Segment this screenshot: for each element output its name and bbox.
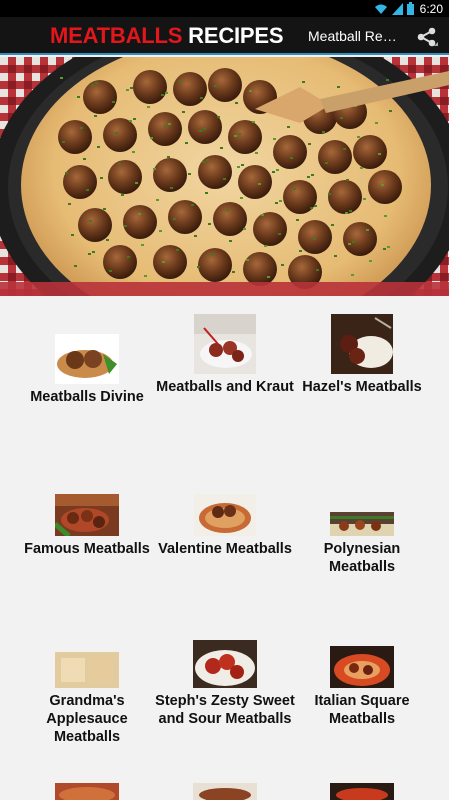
recipe-item-hazels-meatballs[interactable]: Hazel's Meatballs: [287, 314, 437, 396]
recipe-thumbnail: [331, 314, 393, 374]
recipe-item-meatballs-divine[interactable]: Meatballs Divine: [12, 324, 162, 406]
status-time: 6:20: [419, 1, 443, 16]
recipe-item-stephs-zesty-sweet-and-sour-meatballs[interactable]: Steph's Zesty Sweet and Sour Meatballs: [150, 628, 300, 728]
recipe-thumbnail: [330, 512, 394, 536]
app-title-meatballs: MEATBALLS: [50, 23, 183, 48]
recipe-label: Steph's Zesty Sweet and Sour Meatballs: [155, 693, 295, 727]
recipe-thumbnail: [55, 652, 119, 688]
recipe-label: Meatballs Divine: [30, 389, 144, 405]
recipe-item[interactable]: [12, 783, 162, 800]
share-button[interactable]: [412, 23, 442, 51]
app-title-recipes: RECIPES: [188, 23, 284, 48]
status-icons: 6:20: [374, 0, 443, 17]
recipe-label: Famous Meatballs: [24, 541, 150, 557]
action-bar: MEATBALLS RECIPES Meatball Recipes: [0, 17, 449, 55]
recipe-label: Valentine Meatballs: [158, 541, 292, 557]
hero-meatballs-illustration: [0, 57, 449, 296]
recipe-thumbnail: [194, 314, 256, 374]
recipe-label: Italian Square Meatballs: [314, 693, 410, 727]
app-title: MEATBALLS RECIPES: [50, 23, 284, 49]
recipe-label: Grandma's Applesauce Meatballs: [46, 693, 128, 745]
recipe-item-valentine-meatballs[interactable]: Valentine Meatballs: [150, 476, 300, 558]
share-icon: [417, 27, 438, 47]
recipe-thumbnail: [194, 494, 256, 536]
signal-icon: [391, 2, 403, 15]
recipe-thumbnail: [193, 640, 257, 688]
app-subtitle: Meatball Recipes: [308, 28, 403, 44]
recipe-item-italian-square-meatballs[interactable]: Italian Square Meatballs: [287, 628, 437, 728]
recipe-item-grandmas-applesauce-meatballs[interactable]: Grandma's Applesauce Meatballs: [12, 628, 162, 746]
wifi-icon: [374, 4, 387, 14]
battery-icon: [406, 2, 414, 15]
recipe-thumbnail: [55, 783, 119, 800]
recipe-label: Hazel's Meatballs: [302, 379, 422, 395]
recipe-thumbnail: [330, 783, 394, 800]
hero-image: [0, 57, 449, 296]
recipe-item-polynesian-meatballs[interactable]: Polynesian Meatballs: [287, 476, 437, 576]
status-bar: 6:20: [0, 0, 449, 17]
recipe-grid: Meatballs Divine Meatballs and Kraut Haz…: [0, 296, 449, 800]
recipe-label: Polynesian Meatballs: [323, 541, 401, 575]
recipe-item[interactable]: [150, 783, 300, 800]
recipe-thumbnail: [55, 494, 119, 536]
recipe-thumbnail: [330, 646, 394, 688]
recipe-item-meatballs-and-kraut[interactable]: Meatballs and Kraut: [150, 314, 300, 396]
recipe-item[interactable]: [287, 783, 437, 800]
recipe-thumbnail: [55, 334, 119, 384]
recipe-item-famous-meatballs[interactable]: Famous Meatballs: [12, 476, 162, 558]
recipe-label: Meatballs and Kraut: [156, 379, 294, 395]
recipe-thumbnail: [193, 783, 257, 800]
